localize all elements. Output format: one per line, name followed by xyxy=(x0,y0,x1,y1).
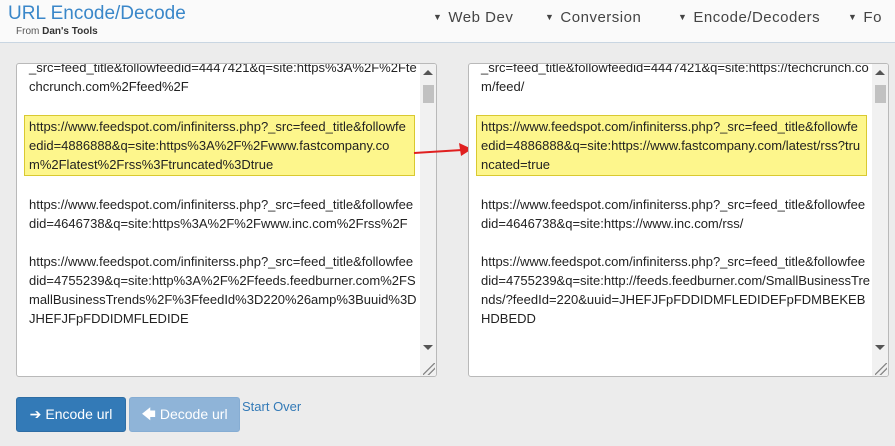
scroll-thumb[interactable] xyxy=(423,85,434,103)
subtitle-prefix: From xyxy=(16,26,40,37)
nav-web-dev[interactable]: ▼ Web Dev xyxy=(433,9,513,26)
list-item: _src=feed_title&followfeedid=4447421&q=s… xyxy=(29,63,417,94)
nav-encode-decoders[interactable]: ▼ Encode/Decoders xyxy=(678,9,820,26)
encoded-text-content: _src=feed_title&followfeedid=4447421&q=s… xyxy=(24,63,419,347)
nav-label: Conversion xyxy=(560,9,642,26)
caret-down-icon: ▼ xyxy=(848,12,858,22)
highlighted-list-item: https://www.feedspot.com/infiniterss.php… xyxy=(476,115,867,176)
highlighted-list-item: https://www.feedspot.com/infiniterss.php… xyxy=(24,115,415,176)
nav-fo[interactable]: ▼ Fo xyxy=(848,9,882,26)
top-nav-bar: URL Encode/Decode From Dan's Tools ▼ Web … xyxy=(0,0,895,43)
encode-button-label: Encode url xyxy=(45,406,113,422)
decoded-text-content: _src=feed_title&followfeedid=4447421&q=s… xyxy=(476,63,871,347)
caret-down-icon: ▼ xyxy=(433,12,443,22)
nav-label: Fo xyxy=(863,9,882,26)
encode-url-button[interactable]: ➔ Encode url xyxy=(16,397,126,432)
arrow-left-icon: 🡄 xyxy=(141,406,156,422)
list-item: https://www.feedspot.com/infiniterss.php… xyxy=(481,197,866,231)
scrollbar[interactable] xyxy=(872,64,888,376)
list-item: https://www.feedspot.com/infiniterss.php… xyxy=(481,254,871,326)
arrow-right-icon: ➔ xyxy=(29,406,42,422)
decode-button-label: Decode url xyxy=(159,406,228,422)
red-arrow-icon xyxy=(413,143,472,156)
list-item: https://www.feedspot.com/infiniterss.php… xyxy=(29,254,417,326)
nav-conversion[interactable]: ▼ Conversion xyxy=(545,9,641,26)
scroll-down-icon[interactable] xyxy=(875,345,885,350)
nav-label: Web Dev xyxy=(448,9,514,26)
start-over-link[interactable]: Start Over xyxy=(242,399,301,414)
resize-handle-icon[interactable] xyxy=(875,363,887,375)
caret-down-icon: ▼ xyxy=(545,12,555,22)
scrollbar[interactable] xyxy=(420,64,436,376)
app-title[interactable]: URL Encode/Decode xyxy=(8,3,186,25)
resize-handle-icon[interactable] xyxy=(423,363,435,375)
scroll-down-icon[interactable] xyxy=(423,345,433,350)
encoded-input-textarea[interactable]: _src=feed_title&followfeedid=4447421&q=s… xyxy=(16,63,437,377)
caret-down-icon: ▼ xyxy=(678,12,688,22)
scroll-up-icon[interactable] xyxy=(423,70,433,75)
decoded-output-textarea[interactable]: _src=feed_title&followfeedid=4447421&q=s… xyxy=(468,63,889,377)
list-item: https://www.feedspot.com/infiniterss.php… xyxy=(29,197,414,231)
app-subtitle: From Dan's Tools xyxy=(16,26,98,37)
scroll-up-icon[interactable] xyxy=(875,70,885,75)
decode-url-button[interactable]: 🡄 Decode url xyxy=(129,397,240,432)
list-item: _src=feed_title&followfeedid=4447421&q=s… xyxy=(481,63,869,94)
scroll-thumb[interactable] xyxy=(875,85,886,103)
subtitle-brand[interactable]: Dan's Tools xyxy=(42,26,98,37)
nav-label: Encode/Decoders xyxy=(693,9,821,26)
